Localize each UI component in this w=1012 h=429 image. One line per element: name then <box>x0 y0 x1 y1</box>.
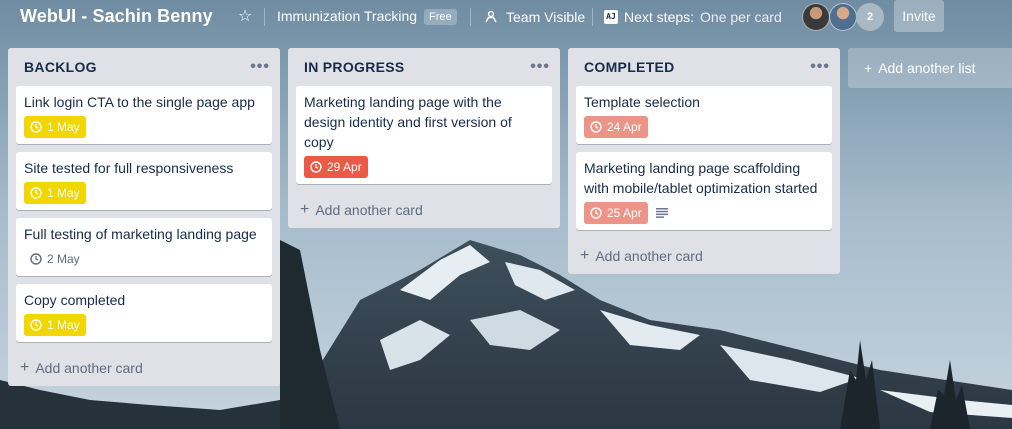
card-title: Template selection <box>584 94 700 110</box>
add-card-button[interactable]: + Add another card <box>288 192 560 228</box>
list-in-progress[interactable]: IN PROGRESS ••• Marketing landing page w… <box>288 48 560 228</box>
due-date-badge[interactable]: 29 Apr <box>304 156 368 178</box>
due-date-badge[interactable]: 1 May <box>24 314 86 336</box>
list-title[interactable]: COMPLETED <box>584 59 675 75</box>
due-date-text: 1 May <box>47 120 80 134</box>
more-icon[interactable]: ••• <box>530 58 550 76</box>
card[interactable]: Copy completed 1 May <box>16 284 272 342</box>
clock-icon <box>590 121 602 133</box>
add-card-label: Add another card <box>595 248 703 264</box>
due-date-text: 24 Apr <box>607 120 642 134</box>
add-card-label: Add another card <box>35 360 143 376</box>
card-title: Copy completed <box>24 292 126 308</box>
star-icon[interactable]: ☆ <box>236 7 254 25</box>
list-completed[interactable]: COMPLETED ••• Template selection 24 Apr … <box>568 48 840 274</box>
header-divider <box>592 8 593 26</box>
add-card-button[interactable]: + Add another card <box>8 350 280 386</box>
invite-button[interactable]: Invite <box>894 0 944 32</box>
plus-icon: + <box>20 359 30 376</box>
card-title: Marketing landing page scaffolding with … <box>584 160 818 196</box>
card[interactable]: Marketing landing page scaffolding with … <box>576 152 832 230</box>
list-backlog[interactable]: BACKLOG ••• Link login CTA to the single… <box>8 48 280 386</box>
team-name[interactable]: Immunization Tracking <box>277 8 417 24</box>
card[interactable]: Full testing of marketing landing page 2… <box>16 218 272 276</box>
header-divider <box>264 8 265 26</box>
list-header: BACKLOG ••• <box>8 48 280 86</box>
due-date-badge[interactable]: 25 Apr <box>584 202 648 224</box>
member-avatar[interactable] <box>829 3 857 31</box>
due-date-badge[interactable]: 2 May <box>24 248 86 270</box>
clock-icon <box>30 187 42 199</box>
visibility-button[interactable]: Team Visible <box>484 7 585 27</box>
due-date-text: 29 Apr <box>327 160 362 174</box>
card[interactable]: Site tested for full responsiveness 1 Ma… <box>16 152 272 210</box>
list-header: IN PROGRESS ••• <box>288 48 560 86</box>
due-date-text: 1 May <box>47 186 80 200</box>
header-divider <box>470 8 471 26</box>
next-steps-button[interactable]: AJ Next steps: One per card <box>604 7 782 27</box>
plus-icon: + <box>864 60 873 76</box>
due-date-badge[interactable]: 1 May <box>24 116 86 138</box>
clock-icon <box>30 319 42 331</box>
card-title: Marketing landing page with the design i… <box>304 94 512 150</box>
clock-icon <box>30 253 42 265</box>
card[interactable]: Marketing landing page with the design i… <box>296 86 552 184</box>
plan-badge: Free <box>424 9 457 25</box>
list-title[interactable]: BACKLOG <box>24 59 97 75</box>
card-title: Site tested for full responsiveness <box>24 160 234 176</box>
board-title[interactable]: WebUI - Sachin Benny <box>20 6 213 27</box>
plus-icon: + <box>580 247 590 264</box>
more-icon[interactable]: ••• <box>810 58 830 76</box>
plus-icon: + <box>300 201 310 218</box>
due-date-badge[interactable]: 24 Apr <box>584 116 648 138</box>
due-date-badge[interactable]: 1 May <box>24 182 86 204</box>
add-card-label: Add another card <box>315 202 423 218</box>
clock-icon <box>30 121 42 133</box>
due-date-text: 1 May <box>47 318 80 332</box>
card-title: Link login CTA to the single page app <box>24 94 255 110</box>
more-icon[interactable]: ••• <box>250 58 270 76</box>
due-date-text: 25 Apr <box>607 206 642 220</box>
next-steps-label: Next steps: <box>624 9 695 25</box>
card[interactable]: Link login CTA to the single page app 1 … <box>16 86 272 144</box>
add-list-label: Add another list <box>878 60 976 76</box>
card[interactable]: Template selection 24 Apr <box>576 86 832 144</box>
description-icon <box>655 208 668 218</box>
member-avatar[interactable] <box>802 3 830 31</box>
add-card-button[interactable]: + Add another card <box>568 238 840 274</box>
clock-icon <box>590 207 602 219</box>
due-date-text: 2 May <box>47 252 80 266</box>
card-title: Full testing of marketing landing page <box>24 226 257 242</box>
clock-icon <box>310 161 322 173</box>
team-icon <box>485 10 497 23</box>
visibility-label: Team Visible <box>506 9 586 25</box>
list-header: COMPLETED ••• <box>568 48 840 86</box>
add-list-button[interactable]: + Add another list <box>848 48 1012 88</box>
next-steps-value: One per card <box>700 9 782 25</box>
app-icon: AJ <box>604 10 618 24</box>
member-count[interactable]: 2 <box>856 3 884 31</box>
list-title[interactable]: IN PROGRESS <box>304 59 405 75</box>
board-header: WebUI - Sachin Benny ☆ Immunization Trac… <box>0 0 1012 34</box>
